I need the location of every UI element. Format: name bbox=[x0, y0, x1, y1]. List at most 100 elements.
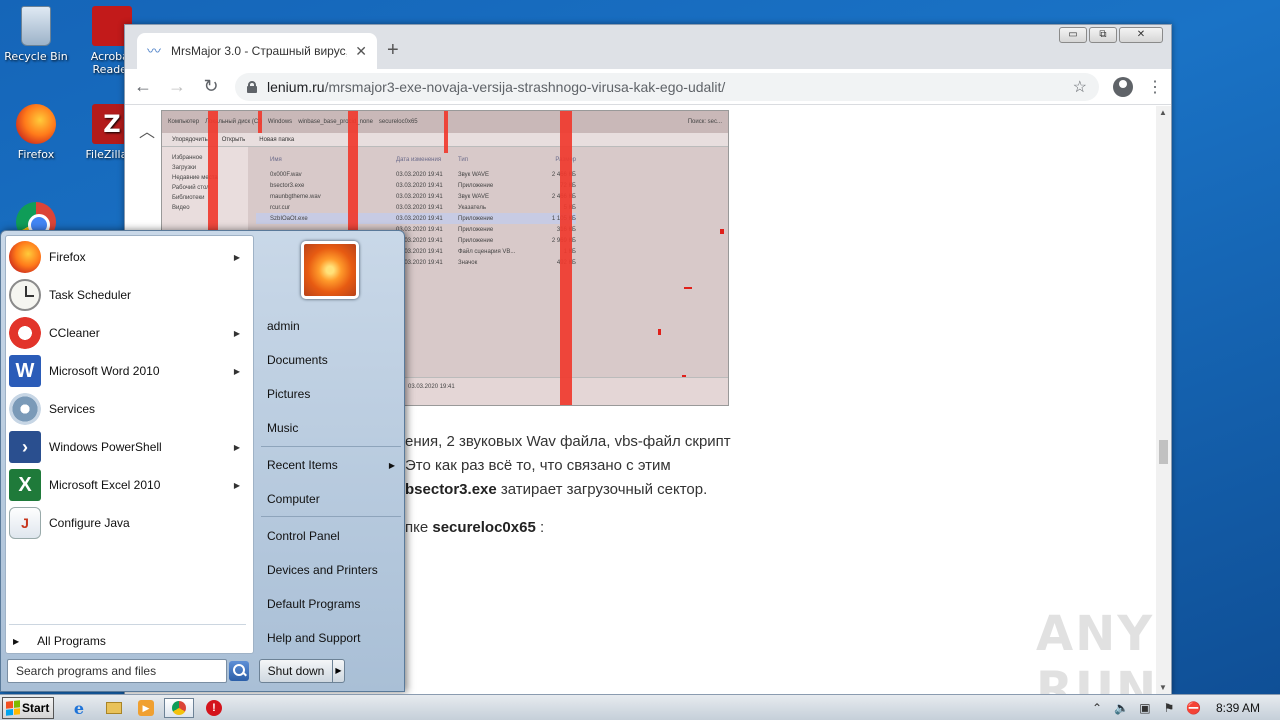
search-icon[interactable] bbox=[229, 661, 249, 681]
start-menu-item-label: Configure Java bbox=[49, 516, 130, 530]
file-cell: Значок bbox=[458, 259, 478, 266]
desktop-icon-firefox[interactable]: Firefox bbox=[0, 104, 72, 161]
scroll-up-icon[interactable]: ▲ bbox=[1159, 108, 1167, 117]
volume-icon[interactable]: 🔈 bbox=[1114, 701, 1129, 715]
start-menu-right-label: Help and Support bbox=[267, 631, 361, 645]
file-cell: Приложение bbox=[458, 215, 494, 222]
bookmark-star-icon[interactable]: ☆ bbox=[1073, 77, 1087, 97]
start-menu: Firefox ▶ Task Scheduler CCleaner ▶ W Microsof… bbox=[0, 230, 405, 692]
new-tab-button[interactable]: + bbox=[387, 39, 399, 62]
java-icon: J bbox=[9, 507, 41, 539]
start-menu-right-item[interactable]: Devices and Printers bbox=[259, 555, 403, 585]
media-player-icon[interactable]: ▶ bbox=[138, 700, 154, 716]
start-menu-item[interactable]: › Windows PowerShell ▶ bbox=[5, 429, 246, 465]
submenu-arrow-icon: ▶ bbox=[233, 328, 240, 338]
start-menu-right-item[interactable]: Default Programs bbox=[259, 589, 403, 619]
folder-icon[interactable] bbox=[106, 702, 122, 714]
stop-icon[interactable]: ! bbox=[206, 700, 222, 716]
start-menu-right-item[interactable]: Documents bbox=[259, 345, 403, 375]
submenu-arrow-icon: ▶ bbox=[233, 366, 240, 376]
start-menu-item[interactable]: J Configure Java bbox=[5, 505, 246, 541]
file-cell: 03.03.2020 19:41 bbox=[396, 182, 443, 189]
file-cell: 03.03.2020 19:41 bbox=[396, 259, 443, 266]
windows-logo-icon bbox=[6, 700, 20, 716]
url-text[interactable]: lenium.ru/mrsmajor3-exe-novaja-versija-s… bbox=[267, 79, 1063, 95]
start-menu-right-label: Control Panel bbox=[267, 529, 340, 543]
chevron-up-icon[interactable]: ︿ bbox=[139, 118, 155, 142]
start-button[interactable]: Start bbox=[2, 697, 54, 719]
crumb: Windows bbox=[267, 119, 293, 125]
start-menu-item-label: Services bbox=[49, 402, 96, 416]
start-menu-item[interactable]: X Microsoft Excel 2010 ▶ bbox=[5, 467, 246, 503]
scrollbar-thumb[interactable] bbox=[1159, 440, 1168, 464]
restore-button[interactable]: ⧉ bbox=[1089, 27, 1117, 43]
file-cell: Приложение bbox=[458, 237, 494, 244]
desktop-icon-label: Recycle Bin bbox=[4, 50, 68, 63]
address-bar[interactable]: lenium.ru/mrsmajor3-exe-novaja-versija-s… bbox=[235, 72, 1099, 101]
desktop-icon-recycle-bin[interactable]: Recycle Bin bbox=[0, 6, 72, 63]
network-icon[interactable]: ▣ bbox=[1138, 701, 1152, 715]
internet-explorer-icon[interactable]: e bbox=[68, 698, 90, 718]
start-menu-item[interactable]: W Microsoft Word 2010 ▶ bbox=[5, 353, 246, 389]
start-search-input[interactable]: Search programs and files bbox=[7, 659, 227, 683]
article-line: ения, 2 звуковых Wav файла, vbs-файл скр… bbox=[405, 433, 731, 450]
close-button[interactable]: ✕ bbox=[1119, 27, 1163, 43]
explorer-file-row: 0x000F.wav03.03.2020 19:41Звук WAVE2 466… bbox=[256, 169, 576, 180]
start-menu-right-label: admin bbox=[267, 319, 300, 333]
article-span: пке bbox=[405, 519, 433, 536]
desktop-icon-label: Firefox bbox=[17, 148, 55, 161]
explorer-sidebar-item: Рабочий стол bbox=[172, 185, 210, 191]
ccleaner-icon bbox=[9, 317, 41, 349]
explorer-file-row: bsector3.exe03.03.2020 19:41Приложение72… bbox=[256, 180, 576, 191]
file-cell: 03.03.2020 19:41 bbox=[396, 204, 443, 211]
chrome-taskbar-button[interactable] bbox=[164, 698, 194, 718]
start-menu-right-item[interactable]: Control Panel bbox=[259, 521, 403, 551]
explorer-toolbar-item: Упорядочить bbox=[172, 136, 208, 143]
explorer-sidebar-item: Загрузки bbox=[172, 165, 197, 171]
chrome-icon bbox=[172, 701, 186, 715]
browser-tab[interactable]: 〰 MrsMajor 3.0 - Страшный вирус, н ✕ bbox=[137, 33, 377, 69]
explorer-toolbar-item: Новая папка bbox=[259, 136, 295, 143]
red-drip bbox=[444, 111, 448, 153]
minimize-button[interactable]: ▭ bbox=[1059, 27, 1087, 43]
tray-expand-icon[interactable]: ⌃ bbox=[1090, 701, 1104, 715]
start-menu-item[interactable]: Services bbox=[5, 391, 246, 427]
article-span: затирает загрузочный сектор. bbox=[496, 481, 708, 498]
account-icon[interactable] bbox=[1113, 76, 1133, 97]
forward-icon[interactable]: → bbox=[167, 76, 187, 97]
start-menu-item[interactable]: CCleaner ▶ bbox=[5, 315, 246, 351]
tab-close-icon[interactable]: ✕ bbox=[355, 43, 367, 60]
column-header: Дата изменения bbox=[396, 157, 442, 163]
start-menu-right-item[interactable]: Music bbox=[259, 413, 403, 443]
reload-icon[interactable]: ↻ bbox=[201, 76, 221, 97]
start-menu-right-item[interactable]: Computer bbox=[259, 484, 403, 514]
start-menu-right-item[interactable]: Help and Support bbox=[259, 623, 403, 653]
system-tray: ⌃ 🔈 ▣ ⚑ ⛔ 8:39 AM bbox=[1090, 695, 1280, 720]
red-spot bbox=[720, 229, 724, 234]
start-menu-item[interactable]: Task Scheduler bbox=[5, 277, 246, 313]
start-menu-right-item[interactable]: admin bbox=[259, 311, 403, 341]
start-label: Start bbox=[22, 701, 50, 715]
article-line: bsector3.exe затирает загрузочный сектор… bbox=[405, 478, 965, 502]
clock[interactable]: 8:39 AM bbox=[1216, 701, 1260, 715]
action-center-icon[interactable]: ⛔ bbox=[1186, 701, 1201, 715]
start-menu-right-item[interactable]: Recent Items ▶ bbox=[259, 450, 403, 480]
menu-kebab-icon[interactable]: ⋮ bbox=[1147, 77, 1163, 97]
user-avatar[interactable] bbox=[301, 241, 359, 299]
start-menu-item-label: Windows PowerShell bbox=[49, 440, 162, 454]
shutdown-button[interactable]: Shut down bbox=[259, 659, 333, 683]
file-cell: 0x000F.wav bbox=[270, 171, 302, 178]
red-spot bbox=[684, 287, 692, 289]
flag-icon[interactable]: ⚑ bbox=[1162, 701, 1176, 715]
shutdown-options-arrow[interactable]: ▶ bbox=[333, 659, 345, 683]
start-menu-right-label: Recent Items bbox=[267, 458, 338, 472]
all-programs-button[interactable]: ▶ All Programs bbox=[9, 631, 246, 651]
browser-toolbar: ← → ↻ lenium.ru/mrsmajor3-exe-novaja-ver… bbox=[125, 69, 1171, 105]
divider bbox=[261, 516, 401, 517]
start-menu-item[interactable]: Firefox ▶ bbox=[5, 239, 246, 275]
explorer-search: Поиск: sec... bbox=[687, 119, 722, 125]
column-header: Тип bbox=[458, 157, 469, 163]
start-menu-right-item[interactable]: Pictures bbox=[259, 379, 403, 409]
back-icon[interactable]: ← bbox=[133, 76, 153, 97]
start-menu-item-label: Task Scheduler bbox=[49, 288, 132, 302]
